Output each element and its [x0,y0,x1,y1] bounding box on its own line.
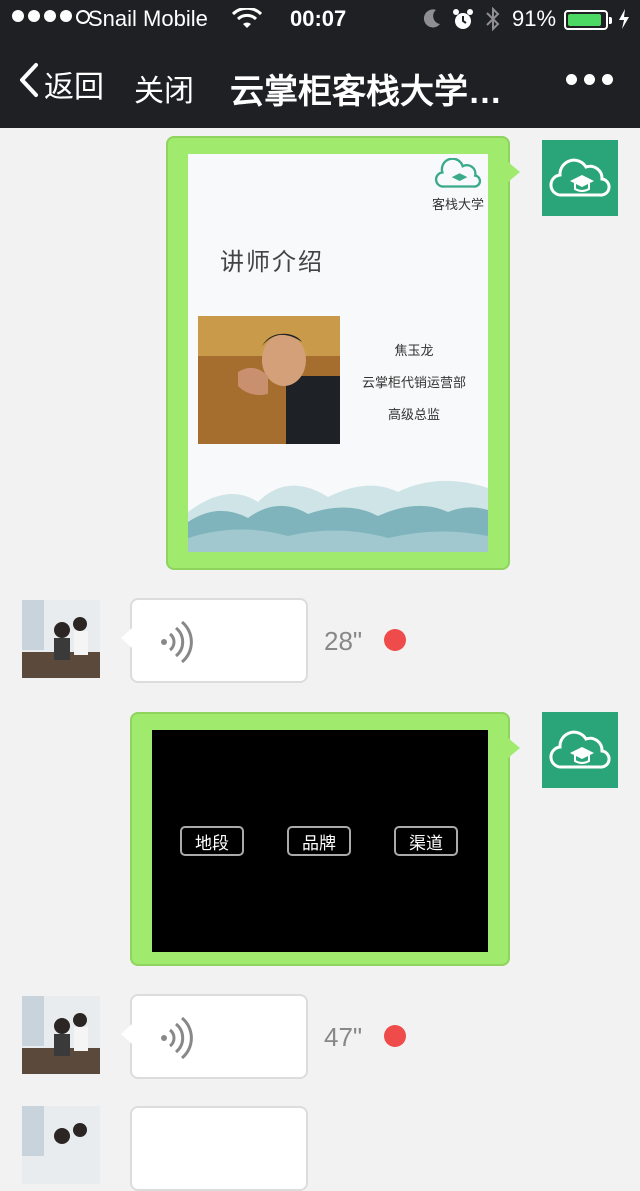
unread-dot [384,629,406,651]
avatar[interactable] [542,712,618,788]
lecturer-department: 云掌柜代销运营部 [361,376,466,391]
cloud-graduation-cap-icon [434,157,482,188]
more-icon[interactable] [566,74,613,85]
bluetooth-icon [484,6,502,38]
chevron-left-icon [18,62,40,106]
voice-wave-icon [161,620,193,664]
slide-brand: 客栈大学 [431,157,484,213]
voice-wave-icon [161,1016,193,1060]
lecturer-title: 高级总监 [387,408,440,423]
charging-icon [618,8,630,36]
slide-heading: 讲师介绍 [220,248,324,276]
avatar[interactable] [22,1106,100,1184]
top-bar: Snail Mobile 00:07 91% 返回 关闭 云掌柜客栈大学… [0,0,640,128]
lecturer-name: 焦玉龙 [394,344,434,359]
slide-tag: 渠道 [394,826,458,856]
slide-tag: 地段 [180,826,244,856]
lecturer-slide: 客栈大学 讲师介绍 焦玉龙 云掌柜代销运营部 高级总监 [188,154,488,552]
page-title: 云掌柜客栈大学… [230,73,502,111]
wifi-icon [231,6,263,36]
carrier-name: Snail Mobile [88,6,208,31]
voice-duration: 28" [324,626,363,656]
mountains-decoration [188,480,488,552]
image-message-bubble[interactable]: 地段 品牌 渠道 [130,712,520,966]
moon-icon [422,8,442,36]
clock: 00:07 [290,6,347,31]
slide-brand-text: 客栈大学 [431,198,484,213]
back-button[interactable]: 返回 [18,62,104,106]
slide-tag: 品牌 [287,826,351,856]
lecturer-photo [198,316,340,444]
voice-message-bubble[interactable] [121,994,308,1079]
avatar[interactable] [22,996,100,1074]
unread-dot [384,1025,406,1047]
voice-message-bubble[interactable] [121,598,308,683]
cloud-graduation-cap-icon [549,730,611,769]
signal-dots-icon [12,10,90,24]
tags-slide: 地段 品牌 渠道 [152,730,488,952]
battery-icon [564,10,612,30]
avatar[interactable] [22,600,100,678]
close-button[interactable]: 关闭 [134,66,194,110]
alarm-icon [452,8,474,38]
cloud-graduation-cap-icon [549,158,611,197]
status-bar: Snail Mobile 00:07 91% [0,0,640,40]
battery-percent: 91% [512,6,557,31]
avatar[interactable] [542,140,618,216]
nav-bar: 返回 关闭 云掌柜客栈大学… [0,40,640,128]
voice-message-bubble[interactable] [130,1106,308,1191]
back-label: 返回 [44,71,104,104]
lecturer-info: 焦玉龙 云掌柜代销运营部 高级总监 [340,336,488,432]
image-message-bubble[interactable]: 客栈大学 讲师介绍 焦玉龙 云掌柜代销运营部 高级总监 [166,136,520,570]
voice-duration: 47" [324,1022,363,1052]
